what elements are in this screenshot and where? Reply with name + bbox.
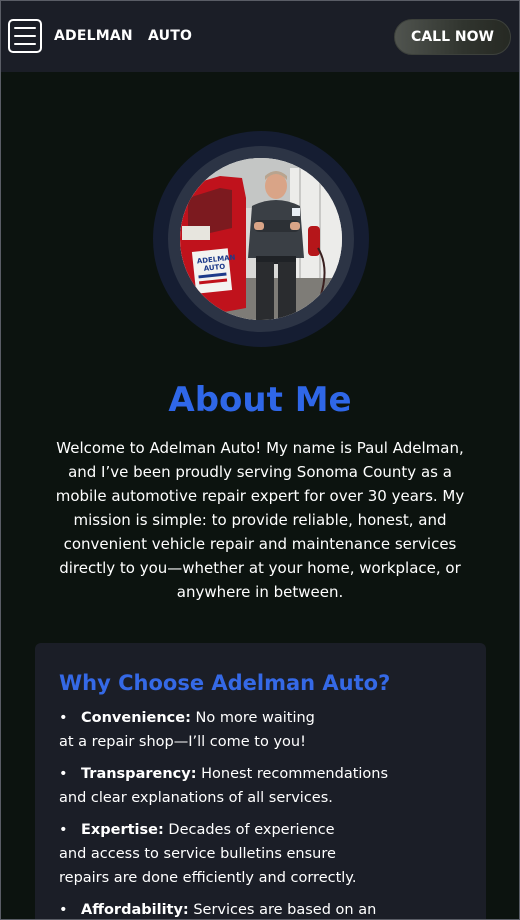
list-item: • Expertise: Decades of experience and ac… (59, 822, 357, 886)
list-item: • Affordability: Services are based on an (59, 902, 377, 918)
item-label: Transparency: (81, 766, 197, 782)
item-label: Expertise: (81, 822, 164, 838)
item-label: Convenience: (81, 710, 191, 726)
item-label: Affordability: (81, 902, 189, 918)
brand-logo[interactable]: ADELMAN AUTO (54, 28, 192, 44)
profile-photo: ADELMAN AUTO (180, 158, 342, 320)
list-item: • Convenience: No more waiting at a repai… (59, 710, 315, 750)
menu-line (14, 27, 36, 29)
about-paragraph: Welcome to Adelman Auto! My name is Paul… (55, 439, 465, 601)
site-header: ADELMAN AUTO CALL NOW (0, 0, 520, 72)
menu-line (14, 43, 36, 45)
call-now-button[interactable]: CALL NOW (394, 19, 511, 55)
why-list: • Convenience: No more waiting at a repai… (59, 706, 462, 920)
item-text-line3: repairs are done efficiently and correct… (59, 870, 357, 886)
why-choose-title: Why Choose Adelman Auto? (59, 671, 391, 695)
hamburger-icon[interactable] (8, 19, 42, 53)
mechanic-illustration: ADELMAN AUTO (180, 158, 342, 320)
item-text: Honest recommendations (196, 766, 389, 782)
item-text: Services are based on an (188, 902, 377, 918)
list-item: • Transparency: Honest recommendations an… (59, 766, 389, 806)
item-text: Decades of experience (163, 822, 335, 838)
about-title: About Me (168, 380, 352, 420)
item-text: No more waiting (190, 710, 315, 726)
item-text-line2: at a repair shop—I’ll come to you! (59, 734, 306, 750)
menu-line (14, 35, 36, 37)
item-text-line2: and clear explanations of all services. (59, 790, 333, 806)
why-choose-card: Why Choose Adelman Auto? • Convenience: N… (35, 643, 486, 920)
item-text-line2: and access to service bulletins ensure (59, 846, 336, 862)
